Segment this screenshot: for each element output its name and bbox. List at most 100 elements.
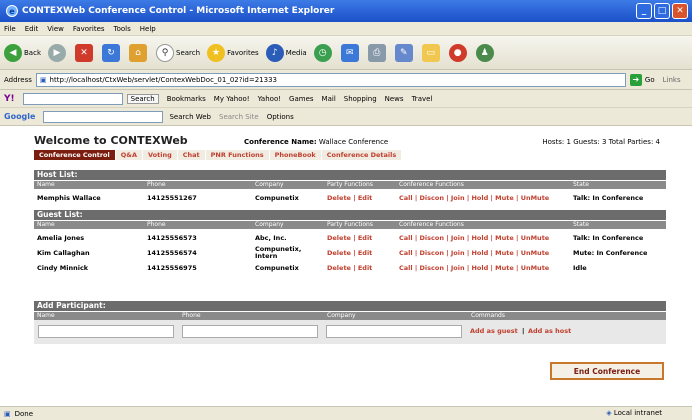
- search-web-button[interactable]: Search Web: [169, 113, 211, 121]
- menu-help[interactable]: Help: [140, 25, 156, 33]
- menu-file[interactable]: File: [4, 25, 16, 33]
- menu-favorites[interactable]: Favorites: [73, 25, 105, 33]
- window-titlebar: e CONTEXWeb Conference Control - Microso…: [0, 0, 692, 22]
- conference-functions-links[interactable]: Call | Discon | Join | Hold | Mute | UnM…: [396, 231, 549, 245]
- google-toolbar: Google Search Web Search Site Options: [0, 108, 692, 126]
- forward-button[interactable]: ▶: [48, 43, 68, 62]
- name-field[interactable]: [38, 325, 174, 338]
- shopping-link[interactable]: Shopping: [344, 95, 377, 103]
- zone-indicator: ◈ Local intranet: [606, 409, 662, 417]
- conference-name: Conference Name: Wallace Conference: [244, 138, 389, 146]
- people-button[interactable]: ♟: [475, 43, 496, 62]
- home-icon: ⌂: [129, 43, 147, 62]
- bookmarks-link[interactable]: Bookmarks: [167, 95, 206, 103]
- party-functions-links[interactable]: Delete | Edit: [324, 246, 372, 260]
- table-row: Cindy Minnick 14125556975 Compunetix Del…: [34, 261, 666, 275]
- home-button[interactable]: ⌂: [129, 43, 149, 62]
- party-functions-links[interactable]: Delete | Edit: [324, 261, 372, 275]
- menu-bar: File Edit View Favorites Tools Help: [0, 22, 692, 36]
- page-icon: ▣: [39, 75, 47, 84]
- print-icon: ⎙: [367, 43, 386, 62]
- close-button[interactable]: ✕: [672, 3, 688, 19]
- window-title: CONTEXWeb Conference Control - Microsoft…: [22, 6, 335, 16]
- page-content: Welcome to CONTEXWeb Conference Name: Wa…: [0, 126, 692, 406]
- add-participant-form: Add as guest | Add as host: [34, 320, 666, 344]
- back-arrow-icon: ◀: [4, 43, 22, 62]
- travel-link[interactable]: Travel: [412, 95, 433, 103]
- tab-chat[interactable]: Chat: [177, 150, 206, 160]
- tab-phonebook[interactable]: PhoneBook: [269, 150, 322, 160]
- status-bar: ▣ Done ◈ Local intranet: [0, 406, 692, 420]
- search-site-button[interactable]: Search Site: [219, 113, 259, 121]
- browser-toolbar: ◀ Back ▶ ✕ ↻ ⌂ ⚲ Search ★ Favorites ♪ Media …: [0, 36, 692, 70]
- yahoo-logo-icon[interactable]: Y!: [4, 94, 15, 104]
- media-button[interactable]: ♪ Media: [265, 43, 307, 62]
- conference-functions-links[interactable]: Call | Discon | Join | Hold | Mute | UnM…: [396, 191, 549, 205]
- search-icon: ⚲: [156, 43, 174, 62]
- messenger-icon: ●: [448, 43, 467, 62]
- history-button[interactable]: ◷: [313, 43, 334, 62]
- yahoo-search-input[interactable]: [22, 92, 123, 105]
- mail-icon: ✉: [340, 43, 359, 62]
- ie-icon: e: [6, 5, 18, 17]
- edit-button[interactable]: ✎: [394, 43, 415, 62]
- table-row: Memphis Wallace 14125551267 Compunetix D…: [34, 191, 666, 205]
- phone-field[interactable]: [182, 325, 318, 338]
- go-button[interactable]: ➔ Go: [629, 73, 655, 86]
- go-arrow-icon: ➔: [629, 73, 642, 86]
- star-icon: ★: [207, 43, 226, 62]
- yahoo-link[interactable]: Yahoo!: [258, 95, 281, 103]
- add-column-headers: Name Phone Company Commands: [34, 312, 666, 320]
- google-search-input[interactable]: [43, 110, 164, 123]
- edit-icon: ✎: [394, 43, 413, 62]
- add-as-host-link[interactable]: Add as host: [528, 325, 571, 338]
- options-button[interactable]: Options: [267, 113, 294, 121]
- messenger-button[interactable]: ●: [448, 43, 469, 62]
- history-icon: ◷: [313, 43, 332, 62]
- back-button[interactable]: ◀ Back: [4, 43, 41, 62]
- end-conference-button[interactable]: End Conference: [550, 362, 664, 380]
- host-list-header: Host List:: [34, 170, 666, 180]
- stop-button[interactable]: ✕: [75, 43, 95, 62]
- my-yahoo-link[interactable]: My Yahoo!: [214, 95, 250, 103]
- tab-conference-control[interactable]: Conference Control: [34, 150, 116, 160]
- address-input[interactable]: ▣ http://localhost/CtxWeb/servlet/Contex…: [35, 72, 626, 87]
- yahoo-toolbar: Y! Search Bookmarks My Yahoo! Yahoo! Gam…: [0, 90, 692, 108]
- page-title: Welcome to CONTEXWeb: [34, 134, 188, 147]
- mail-link[interactable]: Mail: [322, 95, 336, 103]
- conference-functions-links[interactable]: Call | Discon | Join | Hold | Mute | UnM…: [396, 261, 549, 275]
- menu-tools[interactable]: Tools: [114, 25, 131, 33]
- menu-edit[interactable]: Edit: [25, 25, 39, 33]
- refresh-icon: ↻: [102, 43, 120, 62]
- games-link[interactable]: Games: [289, 95, 314, 103]
- favorites-button[interactable]: ★ Favorites: [207, 43, 259, 62]
- search-button[interactable]: ⚲ Search: [156, 43, 200, 62]
- news-link[interactable]: News: [385, 95, 404, 103]
- company-field[interactable]: [326, 325, 462, 338]
- guest-column-headers: Name Phone Company Party Functions Confe…: [34, 221, 666, 229]
- refresh-button[interactable]: ↻: [102, 43, 122, 62]
- links-label[interactable]: Links: [663, 76, 681, 84]
- google-logo: Google: [4, 112, 36, 121]
- folder-icon: ▭: [421, 43, 440, 62]
- conference-functions-links[interactable]: Call | Discon | Join | Hold | Mute | UnM…: [396, 246, 549, 260]
- add-as-guest-link[interactable]: Add as guest: [470, 325, 518, 338]
- party-functions-links[interactable]: Delete | Edit: [324, 231, 372, 245]
- tab-pnr-functions[interactable]: PNR Functions: [205, 150, 270, 160]
- minimize-button[interactable]: _: [636, 3, 652, 19]
- print-button[interactable]: ⎙: [367, 43, 388, 62]
- yahoo-search-button[interactable]: Search: [126, 93, 159, 104]
- stop-icon: ✕: [75, 43, 93, 62]
- people-icon: ♟: [475, 43, 494, 62]
- tab-conference-details[interactable]: Conference Details: [321, 150, 403, 160]
- add-participant-header: Add Participant:: [34, 301, 666, 311]
- media-icon: ♪: [265, 43, 284, 62]
- maximize-button[interactable]: □: [654, 3, 670, 19]
- party-functions-links[interactable]: Delete | Edit: [324, 191, 372, 205]
- address-bar: Address ▣ http://localhost/CtxWeb/servle…: [0, 70, 692, 90]
- menu-view[interactable]: View: [47, 25, 64, 33]
- mail-button[interactable]: ✉: [340, 43, 361, 62]
- tab-voting[interactable]: Voting: [142, 150, 178, 160]
- folder-button[interactable]: ▭: [421, 43, 442, 62]
- tab-qa[interactable]: Q&A: [115, 150, 143, 160]
